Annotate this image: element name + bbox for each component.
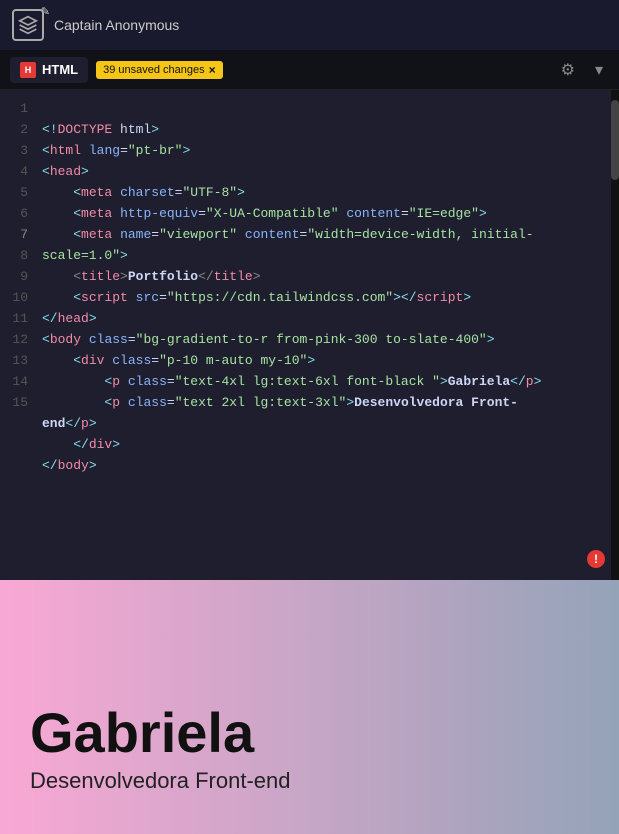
line-num-6: 6: [0, 203, 28, 224]
code-editor[interactable]: 1 2 3 4 5 6 7 8 9 10 11 12 13 14 15 <!DO…: [0, 90, 619, 580]
code-line-4: <meta charset="UTF-8">: [42, 185, 245, 200]
tab-bar: H HTML 39 unsaved changes × ⚙ ▾: [0, 50, 619, 90]
code-line-3: <head>: [42, 164, 89, 179]
code-line-9: </head>: [42, 311, 97, 326]
line-num-9: 9: [0, 266, 28, 287]
preview-name: Gabriela: [30, 702, 290, 764]
app-logo: ✎: [12, 9, 44, 41]
line-num-4: 4: [0, 161, 28, 182]
line-num-13: 13: [0, 350, 28, 371]
scrollbar-thumb: [611, 100, 619, 180]
tab-html[interactable]: H HTML: [10, 57, 88, 83]
line-num-5: 5: [0, 182, 28, 203]
unsaved-text: 39 unsaved changes: [103, 64, 205, 76]
code-line-2: <html lang="pt-br">: [42, 143, 190, 158]
error-icon: !: [587, 550, 605, 568]
code-line-10: <body class="bg-gradient-to-r from-pink-…: [42, 332, 495, 347]
tab-html-icon: H: [20, 62, 36, 78]
app-title: Captain Anonymous: [54, 17, 179, 33]
logo-icon: [18, 15, 38, 35]
chevron-down-button[interactable]: ▾: [589, 56, 609, 84]
line-num-8: 8: [0, 245, 28, 266]
line-num-2: 2: [0, 119, 28, 140]
code-lines: <!DOCTYPE html> <html lang="pt-br"> <hea…: [38, 90, 619, 580]
line-num-11: 11: [0, 308, 28, 329]
code-line-12: <p class="text-4xl lg:text-6xl font-blac…: [42, 374, 541, 389]
code-line-1: <!DOCTYPE html>: [42, 122, 159, 137]
preview-content: Gabriela Desenvolvedora Front-end: [30, 702, 290, 794]
code-line-5: <meta http-equiv="X-UA-Compatible" conte…: [42, 206, 487, 221]
code-line-14: </div>: [42, 437, 120, 452]
line-num-12: 12: [0, 329, 28, 350]
tab-html-label: HTML: [42, 62, 78, 77]
code-line-7: <title>Portfolio</title>: [42, 269, 261, 284]
top-bar: ✎ Captain Anonymous: [0, 0, 619, 50]
unsaved-badge: 39 unsaved changes ×: [96, 61, 223, 79]
preview-pane: Gabriela Desenvolvedora Front-end: [0, 580, 619, 834]
preview-subtitle: Desenvolvedora Front-end: [30, 768, 290, 794]
code-line-11: <div class="p-10 m-auto my-10">: [42, 353, 315, 368]
gear-button[interactable]: ⚙: [555, 56, 581, 84]
line-num-1: 1: [0, 98, 28, 119]
code-line-13: <p class="text 2xl lg:text-3xl">Desenvol…: [42, 395, 518, 431]
code-line-6: <meta name="viewport" content="width=dev…: [42, 227, 534, 263]
line-num-3: 3: [0, 140, 28, 161]
line-num-7: 7: [0, 224, 28, 245]
unsaved-close[interactable]: ×: [209, 63, 216, 77]
code-line-8: <script src="https://cdn.tailwindcss.com…: [42, 290, 471, 305]
line-num-10: 10: [0, 287, 28, 308]
edit-icon: ✎: [41, 5, 50, 18]
code-line-15: </body>: [42, 458, 97, 473]
line-num-14: 14: [0, 371, 28, 392]
editor-scrollbar[interactable]: [611, 90, 619, 580]
line-numbers: 1 2 3 4 5 6 7 8 9 10 11 12 13 14 15: [0, 90, 38, 580]
line-num-15: 15: [0, 392, 28, 413]
